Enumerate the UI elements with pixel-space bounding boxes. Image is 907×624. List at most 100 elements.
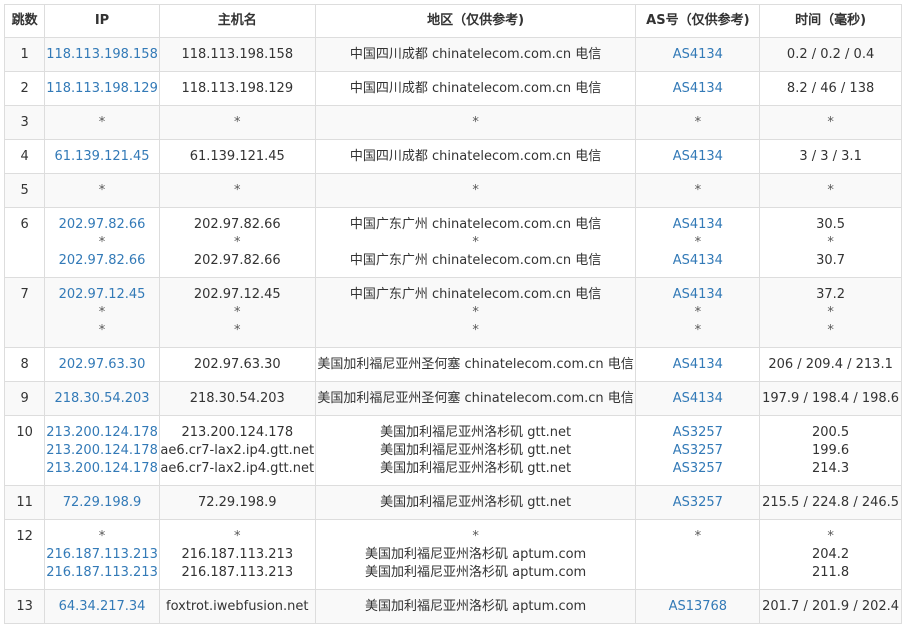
- asn-cell: AS4134: [635, 71, 761, 106]
- asn-link[interactable]: AS3257: [636, 460, 759, 478]
- ip-link[interactable]: 118.113.198.158: [45, 46, 159, 64]
- hostname-cell: 213.200.124.178 ae6.cr7-lax2.ip4.gtt.net a…: [158, 415, 316, 486]
- time-cell: 206 / 209.4 / 213.1: [759, 347, 902, 382]
- header-hop: 跳数: [3, 4, 46, 38]
- asn-link[interactable]: AS4134: [636, 356, 759, 374]
- time-cell: 200.5 199.6 214.3: [759, 415, 902, 486]
- hop-cell: 6: [3, 207, 46, 278]
- asn-link[interactable]: AS4134: [636, 46, 759, 64]
- ip-cell: 202.97.82.66 * 202.97.82.66: [44, 207, 160, 278]
- hop-cell: 12: [3, 519, 46, 590]
- location-value: 中国四川成都 chinatelecom.com.cn 电信: [349, 47, 602, 62]
- asn-link[interactable]: AS3257: [636, 442, 759, 460]
- table-row: 4 61.139.121.45 61.139.121.45 中国四川成都 chinat…: [3, 139, 902, 174]
- asn-value: *: [694, 115, 702, 130]
- ip-cell: 202.97.12.45 * *: [44, 277, 160, 348]
- hostname-value: 118.113.198.129: [181, 81, 294, 96]
- hop-cell: 11: [3, 485, 46, 520]
- hostname-cell: 61.139.121.45: [158, 139, 316, 174]
- ip-link[interactable]: 202.97.82.66: [45, 252, 159, 270]
- asn-cell: AS4134: [635, 381, 761, 416]
- hop-cell: 4: [3, 139, 46, 174]
- asn-link[interactable]: AS3257: [636, 494, 759, 512]
- time-value: 211.8: [811, 565, 850, 580]
- location-value: 美国加利福尼亚州洛杉矶 aptum.com: [364, 547, 587, 562]
- ip-link[interactable]: 213.200.124.178: [45, 442, 159, 460]
- hostname-value: *: [234, 115, 241, 130]
- hostname-cell: * 216.187.113.213 216.187.113.213: [158, 519, 316, 590]
- location-value: *: [472, 115, 479, 130]
- hostname-value: 202.97.12.45: [193, 287, 281, 302]
- time-value: *: [827, 183, 834, 198]
- ip-cell: 213.200.124.178 213.200.124.178 213.200.12…: [44, 415, 160, 486]
- asn-link[interactable]: AS4134: [636, 390, 759, 408]
- ip-link[interactable]: 216.187.113.213: [45, 546, 159, 564]
- hostname-cell: 118.113.198.129: [158, 71, 316, 106]
- location-value: 中国四川成都 chinatelecom.com.cn 电信: [349, 81, 602, 96]
- hop-number: 2: [20, 81, 29, 96]
- table-row: 7 202.97.12.45 * * 202.97.12.45 * * 中国广东广州 chin…: [3, 277, 902, 348]
- time-cell: *: [759, 173, 902, 208]
- location-value: 美国加利福尼亚州洛杉矶 gtt.net: [380, 443, 572, 458]
- time-value: *: [827, 323, 834, 338]
- table-row: 2 118.113.198.129 118.113.198.129 中国四川成都 ch…: [3, 71, 902, 106]
- ip-cell: 72.29.198.9: [44, 485, 160, 520]
- ip-cell: 118.113.198.129: [44, 71, 160, 106]
- table-row: 13 64.34.217.34 foxtrot.iwebfusion.net 美国加利…: [3, 589, 902, 624]
- asn-value: *: [694, 183, 702, 198]
- location-cell: 中国四川成都 chinatelecom.com.cn 电信: [314, 139, 637, 174]
- asn-value: *: [694, 323, 702, 338]
- header-location: 地区（仅供参考): [314, 4, 637, 38]
- time-cell: 8.2 / 46 / 138: [759, 71, 902, 106]
- hostname-cell: 202.97.82.66 * 202.97.82.66: [158, 207, 316, 278]
- header-time: 时间（毫秒): [759, 4, 902, 38]
- asn-link[interactable]: AS4134: [636, 80, 759, 98]
- hostname-value: 202.97.82.66: [193, 217, 281, 232]
- location-value: 美国加利福尼亚州圣何塞 chinatelecom.com.cn 电信: [317, 391, 634, 406]
- location-cell: 中国广东广州 chinatelecom.com.cn 电信 * 中国广东广州 chi…: [314, 207, 637, 278]
- ip-link[interactable]: 64.34.217.34: [45, 598, 159, 616]
- location-cell: 中国四川成都 chinatelecom.com.cn 电信: [314, 71, 637, 106]
- time-value: *: [827, 235, 834, 250]
- hostname-value: 202.97.63.30: [193, 357, 281, 372]
- ip-link[interactable]: 202.97.82.66: [45, 216, 159, 234]
- table-row: 11 72.29.198.9 72.29.198.9 美国加利福尼亚州洛杉矶 gtt.…: [3, 485, 902, 520]
- hostname-value: 72.29.198.9: [197, 495, 277, 510]
- hostname-cell: 72.29.198.9: [158, 485, 316, 520]
- asn-link[interactable]: AS3257: [636, 424, 759, 442]
- ip-link[interactable]: 202.97.63.30: [45, 356, 159, 374]
- ip-link[interactable]: 213.200.124.178: [45, 460, 159, 478]
- hop-cell: 3: [3, 105, 46, 140]
- ip-link[interactable]: 72.29.198.9: [45, 494, 159, 512]
- table-row: 8 202.97.63.30 202.97.63.30 美国加利福尼亚州圣何塞 chi…: [3, 347, 902, 382]
- hop-number: 7: [20, 287, 29, 302]
- asn-link[interactable]: AS4134: [636, 148, 759, 166]
- asn-link[interactable]: AS4134: [636, 216, 759, 234]
- location-cell: * 美国加利福尼亚州洛杉矶 aptum.com 美国加利福尼亚州洛杉矶 aptum.…: [314, 519, 637, 590]
- location-value: *: [472, 183, 479, 198]
- location-value: 中国广东广州 chinatelecom.com.cn 电信: [349, 217, 602, 232]
- location-cell: 中国广东广州 chinatelecom.com.cn 电信 * *: [314, 277, 637, 348]
- asn-link[interactable]: AS4134: [636, 286, 759, 304]
- asn-link[interactable]: AS4134: [636, 252, 759, 270]
- time-value: 30.5: [816, 217, 846, 232]
- time-cell: * 204.2 211.8: [759, 519, 902, 590]
- ip-link[interactable]: 202.97.12.45: [45, 286, 159, 304]
- location-value: 美国加利福尼亚州洛杉矶 aptum.com: [364, 565, 587, 580]
- time-value: 199.6: [811, 443, 850, 458]
- ip-link[interactable]: 61.139.121.45: [45, 148, 159, 166]
- hostname-cell: *: [158, 173, 316, 208]
- hostname-value: 216.187.113.213: [181, 565, 294, 580]
- ip-link[interactable]: 118.113.198.129: [45, 80, 159, 98]
- ip-link[interactable]: 216.187.113.213: [45, 564, 159, 582]
- hop-number: 13: [16, 599, 33, 614]
- table-row: 9 218.30.54.203 218.30.54.203 美国加利福尼亚州圣何塞 c…: [3, 381, 902, 416]
- asn-link[interactable]: AS13768: [636, 598, 759, 616]
- asn-cell: AS3257: [635, 485, 761, 520]
- ip-link[interactable]: 213.200.124.178: [45, 424, 159, 442]
- hop-number: 12: [16, 529, 33, 544]
- table-row: 10 213.200.124.178 213.200.124.178 213.200.…: [3, 415, 902, 486]
- ip-link[interactable]: 218.30.54.203: [45, 390, 159, 408]
- hostname-value: *: [234, 183, 241, 198]
- time-value: 37.2: [816, 287, 846, 302]
